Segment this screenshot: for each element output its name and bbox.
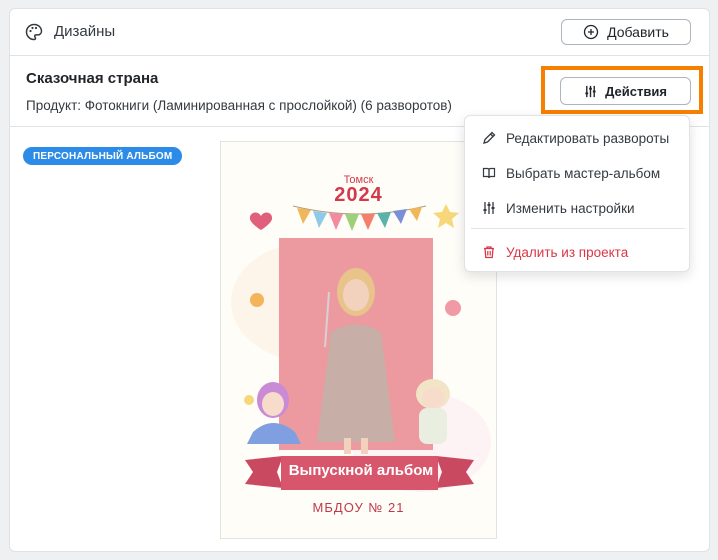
actions-button[interactable]: Действия [560, 77, 691, 105]
menu-item-change-settings[interactable]: Изменить настройки [465, 193, 689, 223]
book-icon [482, 167, 496, 179]
sliders-icon [483, 202, 495, 214]
menu-item-label: Изменить настройки [506, 200, 635, 216]
design-product: Продукт: Фотокниги (Ламинированная с про… [26, 98, 452, 113]
menu-item-edit-spreads[interactable]: Редактировать развороты [465, 123, 689, 153]
palette-icon [25, 23, 43, 41]
add-button-label: Добавить [607, 24, 669, 40]
trash-icon [484, 246, 494, 259]
album-cover-image[interactable]: Томск 2024 Выпускной альбом МБДОУ № 21 [220, 141, 497, 539]
menu-item-label: Выбрать мастер-альбом [506, 165, 661, 181]
menu-item-label: Редактировать развороты [506, 130, 670, 146]
menu-item-delete[interactable]: Удалить из проекта [465, 237, 689, 267]
menu-item-choose-master[interactable]: Выбрать мастер-альбом [465, 158, 689, 188]
edit-icon [483, 131, 496, 144]
cover-year: 2024 [334, 184, 383, 206]
menu-item-label: Удалить из проекта [506, 244, 629, 260]
card-header: Дизайны Добавить [10, 9, 709, 56]
designs-card: Дизайны Добавить Сказочная страна Продук… [9, 8, 710, 552]
cover-school: МБДОУ № 21 [312, 500, 405, 515]
design-name: Сказочная страна [26, 70, 159, 87]
actions-button-label: Действия [605, 83, 667, 99]
status-badge: ПЕРСОНАЛЬНЫЙ АЛЬБОМ [23, 147, 183, 165]
menu-divider [471, 228, 685, 229]
plus-circle-icon [583, 24, 599, 40]
page-title: Дизайны [54, 23, 116, 40]
actions-dropdown-menu: Редактировать развороты Выбрать мастер-а… [464, 115, 690, 272]
add-button[interactable]: Добавить [561, 19, 691, 45]
cover-ribbon-text: Выпускной альбом [288, 462, 434, 479]
sliders-icon [585, 85, 596, 97]
